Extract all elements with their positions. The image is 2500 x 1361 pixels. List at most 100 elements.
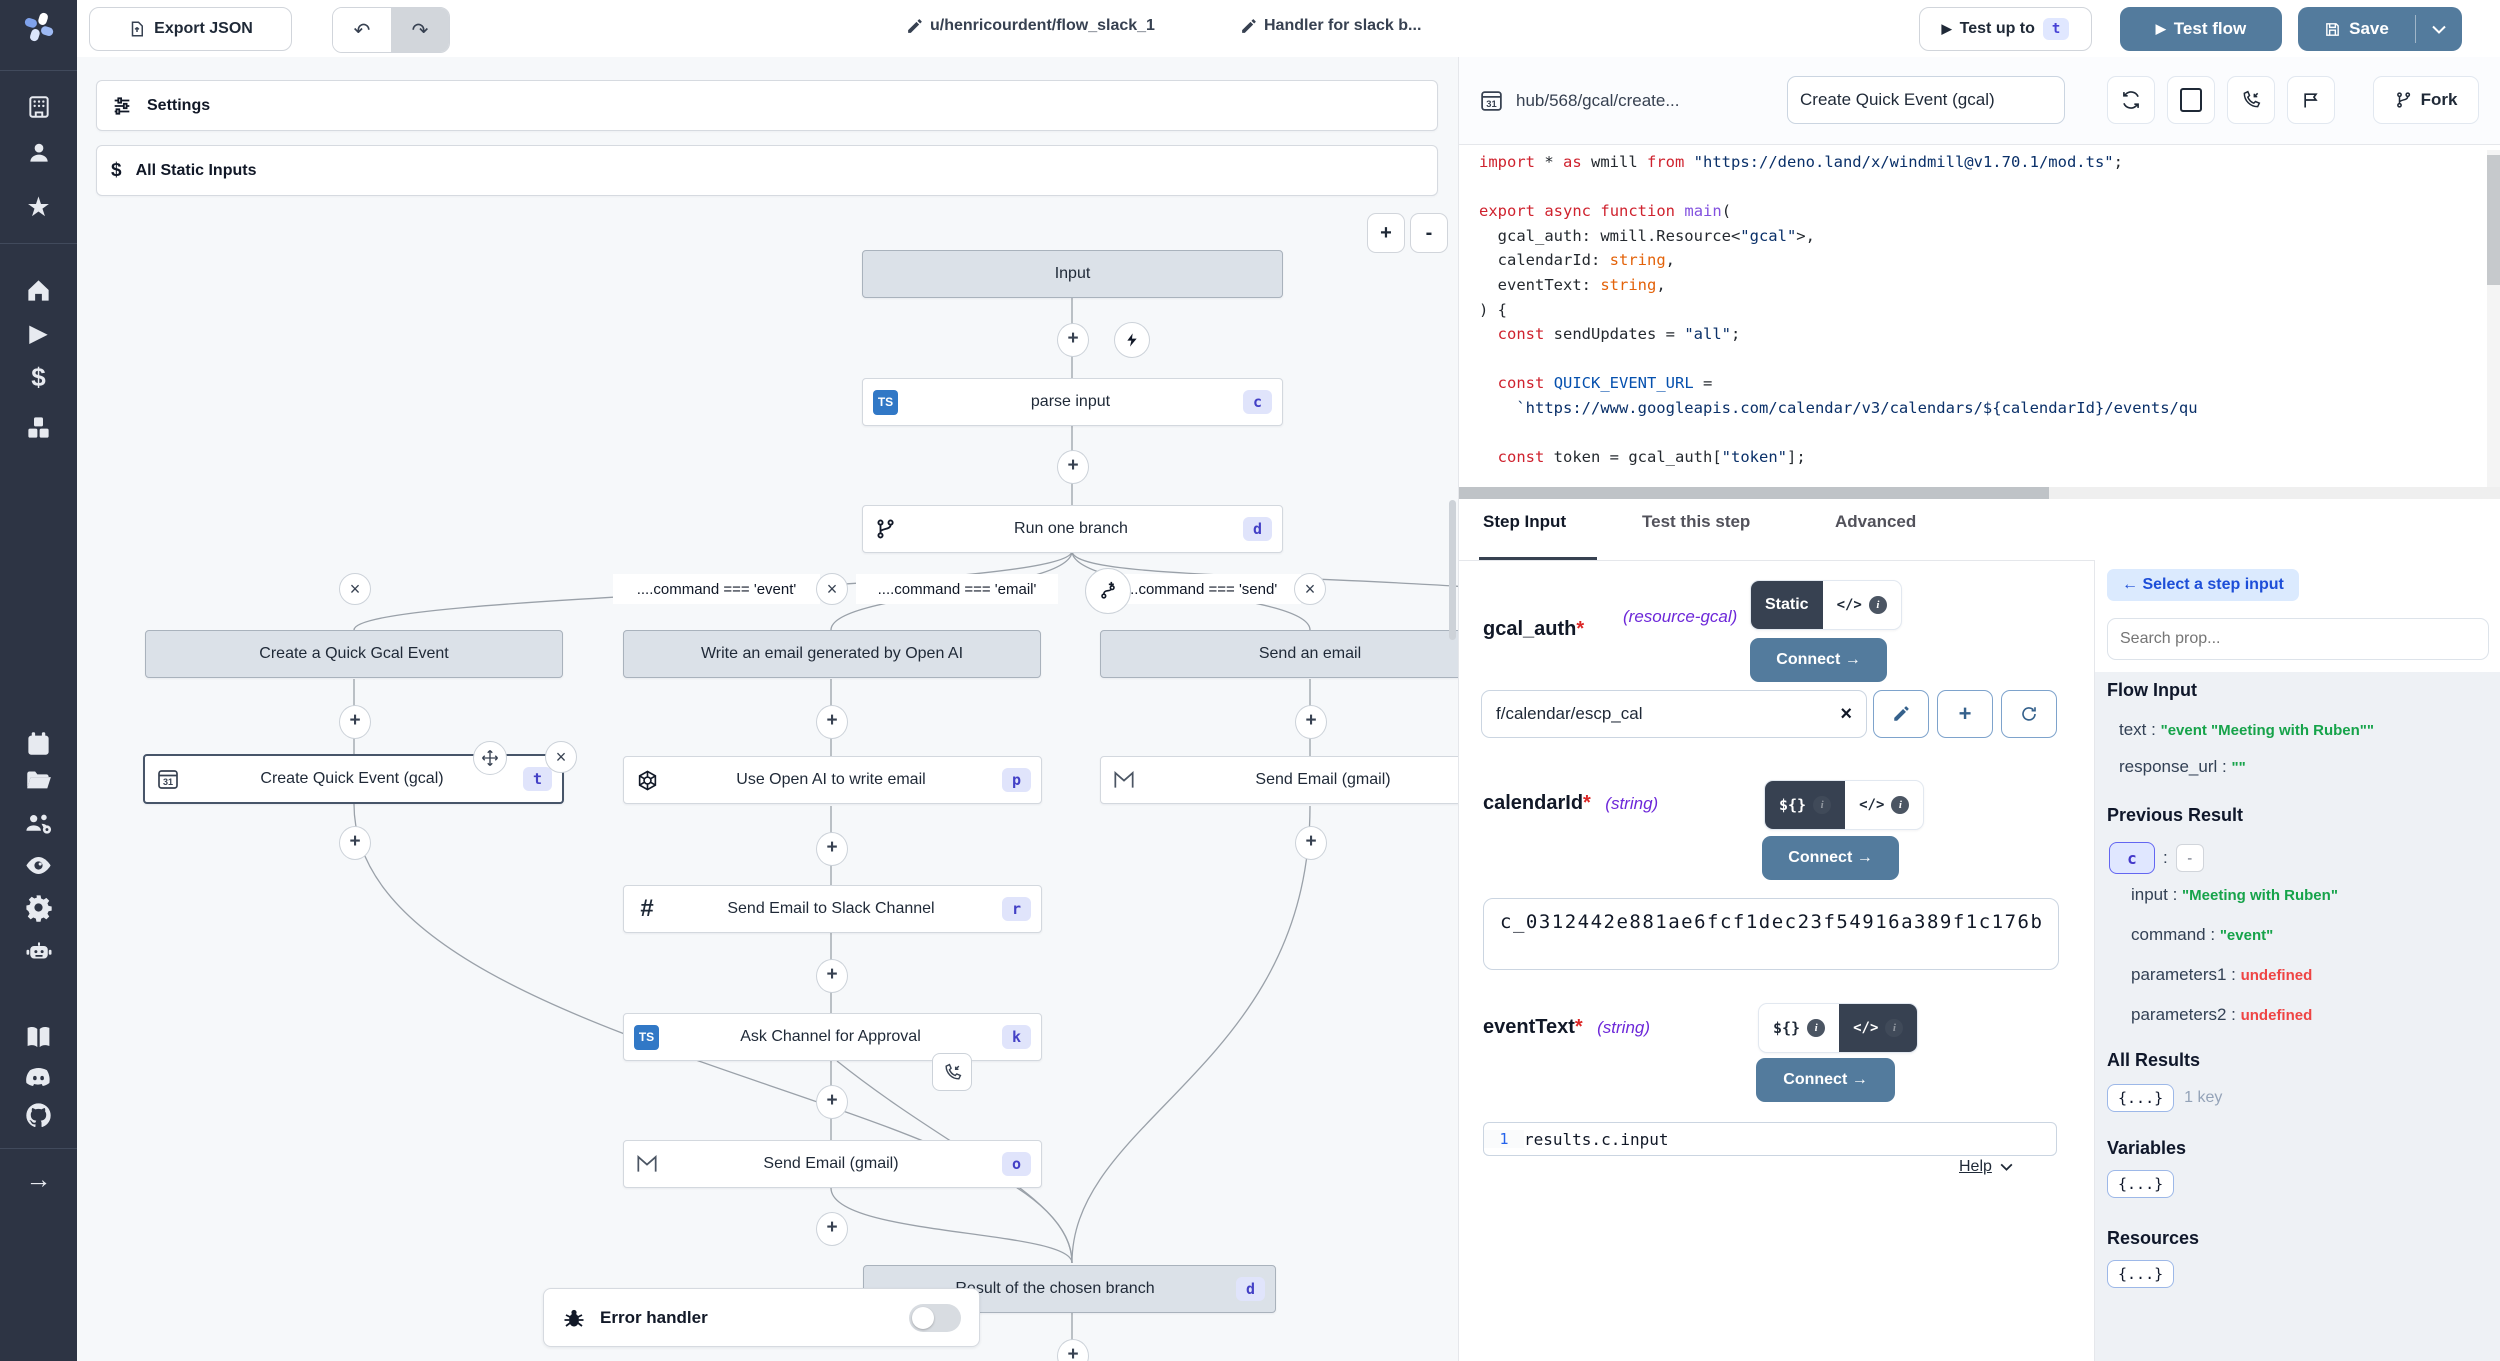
prop-row[interactable]: response_url : "" bbox=[2119, 757, 2246, 777]
add-branch-button[interactable] bbox=[1085, 568, 1131, 614]
scrollbar-thumb[interactable] bbox=[2487, 155, 2500, 285]
error-handler-bar[interactable]: Error handler bbox=[543, 1288, 980, 1347]
ai-robot-icon[interactable] bbox=[0, 934, 77, 968]
sync-script-button[interactable] bbox=[2107, 76, 2155, 124]
test-flow-button[interactable]: ▶ Test flow bbox=[2120, 7, 2282, 51]
calendar-id-connect-button[interactable]: Connect → bbox=[1762, 836, 1899, 880]
settings-gear-icon[interactable] bbox=[0, 890, 77, 924]
add-step-button[interactable] bbox=[816, 832, 848, 866]
code-vscrollbar[interactable] bbox=[2487, 150, 2500, 487]
static-mode-button[interactable]: Static bbox=[1751, 581, 1823, 629]
branch-header-node[interactable]: Send an email bbox=[1100, 630, 1458, 678]
add-step-button[interactable] bbox=[1057, 450, 1089, 484]
object-chip[interactable]: {...} bbox=[2107, 1084, 2174, 1112]
slack-step-node[interactable]: # Send Email to Slack Channel r bbox=[623, 885, 1042, 933]
save-menu-button[interactable] bbox=[2416, 25, 2462, 34]
add-step-button[interactable] bbox=[339, 826, 371, 860]
workspace-icon[interactable] bbox=[0, 90, 77, 124]
flow-settings-bar[interactable]: Settings bbox=[96, 80, 1438, 131]
refresh-resource-button[interactable] bbox=[2001, 690, 2057, 738]
code-mode-button[interactable]: </>i bbox=[1823, 581, 1901, 629]
object-chip[interactable]: {...} bbox=[2107, 1170, 2174, 1198]
suspend-button[interactable] bbox=[2227, 76, 2275, 124]
approval-step-node[interactable]: TS Ask Channel for Approval k bbox=[623, 1013, 1042, 1061]
audit-eye-icon[interactable] bbox=[0, 848, 77, 882]
all-static-inputs-bar[interactable]: $ All Static Inputs bbox=[96, 145, 1438, 196]
code-editor[interactable]: import * as wmill from "https://deno.lan… bbox=[1479, 150, 2481, 480]
delete-branch-button[interactable] bbox=[339, 573, 371, 605]
flow-path-crumb[interactable]: u/henricourdent/flow_slack_1 bbox=[906, 17, 1155, 35]
add-step-button[interactable] bbox=[816, 959, 848, 993]
delete-branch-button[interactable] bbox=[816, 573, 848, 605]
add-step-button[interactable] bbox=[1295, 826, 1327, 860]
search-prop-input[interactable] bbox=[2107, 618, 2489, 660]
prop-row[interactable]: command : "event" bbox=[2131, 925, 2273, 945]
branch-header-node[interactable]: Create a Quick Gcal Event bbox=[145, 630, 563, 678]
favorites-star-icon[interactable]: ★ bbox=[0, 190, 77, 224]
help-toggle[interactable]: Help bbox=[1959, 1158, 2013, 1176]
windmill-logo-icon[interactable] bbox=[0, 10, 77, 44]
test-up-to-button[interactable]: ▶ Test up to t bbox=[1919, 7, 2092, 51]
code-mode-button[interactable]: </>i bbox=[1845, 781, 1923, 829]
edit-resource-button[interactable] bbox=[1873, 690, 1929, 738]
select-step-input-back-button[interactable]: ← Select a step input bbox=[2107, 569, 2299, 601]
add-step-button[interactable] bbox=[1295, 705, 1327, 739]
folders-icon[interactable] bbox=[0, 763, 77, 797]
add-step-button[interactable] bbox=[339, 705, 371, 739]
zoom-out-button[interactable]: - bbox=[1410, 213, 1448, 253]
gcal-auth-resource-input[interactable]: f/calendar/escp_cal × bbox=[1481, 690, 1867, 738]
run-one-branch-node[interactable]: Run one branch d bbox=[862, 505, 1283, 553]
template-mode-button[interactable]: ${}i bbox=[1765, 781, 1845, 829]
scrollbar-thumb[interactable] bbox=[1459, 487, 2049, 499]
prop-row[interactable]: parameters2 : undefined bbox=[2131, 1005, 2312, 1025]
delete-branch-button[interactable] bbox=[1294, 573, 1326, 605]
undo-button[interactable]: ↶ bbox=[333, 8, 391, 52]
calendar-id-value-input[interactable]: c_0312442e881ae6fcf1dec23f54916a389f1c17… bbox=[1483, 898, 2059, 970]
zoom-in-button[interactable]: + bbox=[1367, 213, 1405, 253]
event-text-connect-button[interactable]: Connect → bbox=[1756, 1058, 1895, 1102]
gmail-step-node-mid[interactable]: Send Email (gmail) o bbox=[623, 1140, 1042, 1188]
groups-users-icon[interactable] bbox=[0, 806, 77, 840]
error-handler-toggle[interactable] bbox=[909, 1304, 961, 1332]
fork-button[interactable]: Fork bbox=[2373, 76, 2479, 124]
delete-step-button[interactable] bbox=[545, 741, 577, 773]
step-summary-input[interactable] bbox=[1787, 76, 2065, 124]
redo-button[interactable]: ↷ bbox=[391, 8, 449, 52]
canvas-scrollbar[interactable] bbox=[1449, 500, 1456, 640]
flow-canvas[interactable]: Settings $ All Static Inputs + - Input T… bbox=[77, 57, 1458, 1361]
add-step-button[interactable] bbox=[1057, 323, 1089, 357]
docs-book-icon[interactable] bbox=[0, 1020, 77, 1054]
expand-sidebar-arrow-icon[interactable]: → bbox=[0, 1162, 77, 1196]
export-json-button[interactable]: Export JSON bbox=[89, 7, 292, 51]
tab-advanced[interactable]: Advanced bbox=[1835, 512, 1916, 532]
runs-play-icon[interactable]: ▶ bbox=[0, 316, 77, 350]
prop-row[interactable]: text : "event "Meeting with Ruben"" bbox=[2119, 720, 2374, 740]
resources-cubes-icon[interactable] bbox=[0, 410, 77, 444]
box-button[interactable] bbox=[2167, 76, 2215, 124]
prev-step-badge[interactable]: c bbox=[2109, 842, 2155, 874]
move-step-handle[interactable] bbox=[473, 741, 507, 775]
openai-step-node[interactable]: Use Open AI to write email p bbox=[623, 756, 1042, 804]
discord-icon[interactable] bbox=[0, 1060, 77, 1094]
code-hscrollbar[interactable] bbox=[1459, 487, 2500, 499]
script-path-label[interactable]: hub/568/gcal/create... bbox=[1516, 91, 1680, 111]
schedules-calendar-icon[interactable] bbox=[0, 726, 77, 760]
add-step-button[interactable] bbox=[816, 1212, 848, 1246]
github-icon[interactable] bbox=[0, 1098, 77, 1132]
object-chip[interactable]: {...} bbox=[2107, 1260, 2174, 1288]
clear-icon[interactable]: × bbox=[1840, 703, 1852, 726]
code-mode-button[interactable]: </>i bbox=[1839, 1004, 1917, 1052]
sleep-button[interactable] bbox=[2287, 76, 2335, 124]
template-mode-button[interactable]: ${}i bbox=[1759, 1004, 1839, 1052]
user-icon[interactable] bbox=[0, 136, 77, 170]
gcal-auth-connect-button[interactable]: Connect → bbox=[1750, 638, 1887, 682]
add-resource-button[interactable]: + bbox=[1937, 690, 1993, 738]
home-icon[interactable] bbox=[0, 273, 77, 307]
tab-test-this-step[interactable]: Test this step bbox=[1642, 512, 1750, 532]
gmail-step-node-right[interactable]: Send Email (gmail) bbox=[1100, 756, 1458, 804]
parse-input-node[interactable]: TS parse input c bbox=[862, 378, 1283, 426]
add-step-button[interactable] bbox=[816, 1085, 848, 1119]
prop-row[interactable]: input : "Meeting with Ruben" bbox=[2131, 885, 2338, 905]
prop-row[interactable]: parameters1 : undefined bbox=[2131, 965, 2312, 985]
save-button[interactable]: Save bbox=[2298, 19, 2415, 39]
